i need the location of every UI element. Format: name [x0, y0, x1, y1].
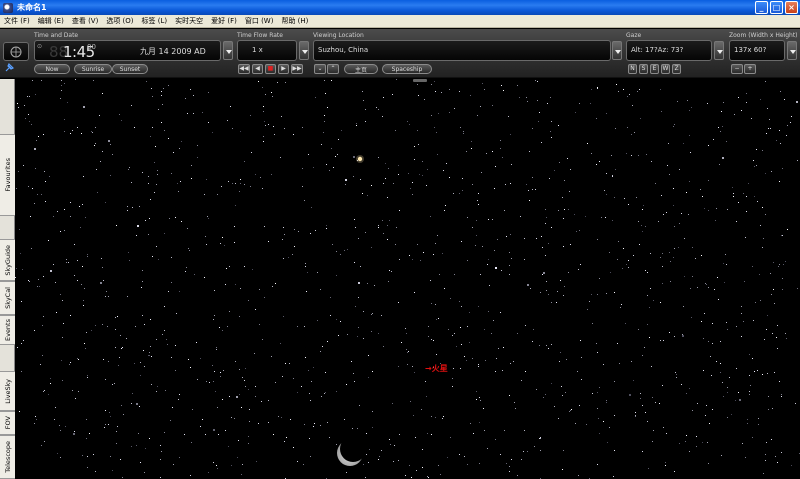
gaze-label: Gaze: [626, 32, 642, 39]
planet-label[interactable]: →火星: [425, 363, 448, 374]
menu-favourites[interactable]: 爱好 (F): [207, 16, 241, 26]
time-flow-value: 1 x: [252, 46, 263, 54]
compass-west-button[interactable]: W: [661, 64, 670, 74]
menu-edit[interactable]: 编辑 (E): [34, 16, 68, 26]
menu-window[interactable]: 窗口 (W): [241, 16, 278, 26]
gaze-dropdown-button[interactable]: [714, 41, 724, 60]
toolbar: Time and Date ⊙ 88 1:45 00 九月 14 2009 AD…: [0, 29, 800, 78]
tab-skyguide[interactable]: SkyGuide: [0, 239, 15, 281]
menu-file[interactable]: 文件 (F): [0, 16, 34, 26]
seconds-value: 00: [87, 43, 96, 51]
zoom-label: Zoom (Width x Height): [729, 32, 798, 39]
starfield: [15, 79, 800, 479]
gaze-value: Alt: 17?Az: 73?: [631, 46, 684, 54]
options-icon-box[interactable]: [3, 42, 29, 61]
tab-skycal[interactable]: SkyCal: [0, 281, 15, 315]
time-flow-label: Time Flow Rate: [237, 32, 283, 39]
clock-icon: ⊙: [37, 43, 43, 50]
window-title: 未命名1: [17, 3, 47, 12]
menu-help[interactable]: 帮助 (H): [277, 16, 312, 26]
tab-fov-label: FOV: [3, 416, 12, 430]
globe-icon: [10, 46, 22, 58]
menu-labels[interactable]: 标签 (L): [138, 16, 172, 26]
tab-favourites[interactable]: Favourites: [0, 134, 15, 216]
compass-north-button[interactable]: N: [628, 64, 637, 74]
compass-south-button[interactable]: S: [639, 64, 648, 74]
tab-telescope-label: Telescope: [3, 441, 12, 473]
fast-forward-button[interactable]: ▶▶: [291, 64, 303, 74]
sunset-button[interactable]: Sunset: [112, 64, 148, 74]
fast-rewind-button[interactable]: ◀◀: [238, 64, 250, 74]
pin-icon[interactable]: [4, 63, 14, 73]
tab-events[interactable]: Events: [0, 315, 15, 345]
viewing-location-label: Viewing Location: [313, 32, 364, 39]
side-tab-strip: Favourites SkyGuide SkyCal Events LiveSk…: [0, 79, 15, 479]
menu-bar: 文件 (F) 编辑 (E) 查看 (V) 选项 (O) 标签 (L) 实时天空 …: [0, 15, 800, 28]
step-back-button[interactable]: ◀: [252, 64, 263, 74]
sunrise-button[interactable]: Sunrise: [74, 64, 112, 74]
now-button[interactable]: Now: [34, 64, 70, 74]
tab-livesky-label: LiveSky: [3, 378, 12, 404]
stop-button[interactable]: ■: [265, 64, 276, 74]
tab-telescope[interactable]: Telescope: [0, 435, 15, 479]
zoom-value: 137x 60?: [734, 46, 767, 54]
location-up-button[interactable]: ⌃: [327, 64, 339, 74]
zoom-field[interactable]: 137x 60?: [729, 40, 785, 61]
compass-east-button[interactable]: E: [650, 64, 659, 74]
sky-view[interactable]: →火星: [15, 79, 800, 479]
compass-zenith-button[interactable]: Z: [672, 64, 681, 74]
location-down-button[interactable]: ⌄: [314, 64, 326, 74]
location-field[interactable]: Suzhou, China: [313, 40, 611, 61]
minimize-button[interactable]: _: [755, 1, 768, 14]
time-date-label: Time and Date: [34, 32, 79, 39]
zoom-in-button[interactable]: +: [744, 64, 756, 74]
tab-skycal-label: SkyCal: [3, 287, 12, 309]
play-button[interactable]: ▶: [278, 64, 289, 74]
date-dropdown-button[interactable]: [223, 41, 233, 60]
tab-events-label: Events: [3, 318, 12, 341]
date-value: 九月 14 2009 AD: [140, 47, 206, 56]
tab-fov[interactable]: FOV: [0, 411, 15, 435]
close-button[interactable]: ×: [785, 1, 798, 14]
location-dropdown-button[interactable]: [612, 41, 622, 60]
time-date-field[interactable]: ⊙ 88 1:45 00 九月 14 2009 AD: [34, 40, 221, 61]
bright-star[interactable]: [355, 154, 365, 164]
maximize-button[interactable]: □: [770, 1, 783, 14]
menu-livesky[interactable]: 实时天空: [171, 16, 207, 26]
home-button[interactable]: 主页: [344, 64, 378, 74]
tab-skyguide-label: SkyGuide: [3, 244, 12, 276]
time-flow-field[interactable]: 1 x: [237, 40, 297, 61]
title-bar: 未命名1 _ □ ×: [0, 0, 800, 15]
menu-options[interactable]: 选项 (O): [102, 16, 137, 26]
zoom-out-button[interactable]: −: [731, 64, 743, 74]
toolbar-splitter-handle[interactable]: [413, 79, 427, 82]
spaceship-button[interactable]: Spaceship: [382, 64, 432, 74]
tab-favourites-label: Favourites: [3, 158, 12, 192]
moon[interactable]: [335, 440, 368, 468]
zoom-dropdown-button[interactable]: [787, 41, 797, 60]
tab-livesky[interactable]: LiveSky: [0, 371, 15, 411]
location-value: Suzhou, China: [318, 46, 369, 54]
menu-view[interactable]: 查看 (V): [68, 16, 102, 26]
gaze-field[interactable]: Alt: 17?Az: 73?: [626, 40, 712, 61]
time-flow-dropdown-button[interactable]: [299, 41, 309, 60]
app-icon: [3, 2, 13, 13]
